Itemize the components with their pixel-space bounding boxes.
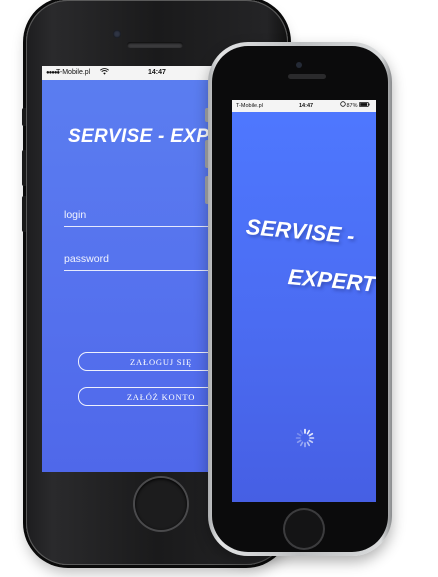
app-title: SERVISE - EXP [68,126,210,147]
volume-up-button [22,150,26,186]
mute-switch [205,108,208,122]
battery-percent: 87% [346,103,358,109]
phone-bezel: T-Mobile.pl 14:47 87% SERVISE - EXPERT [212,46,388,552]
earpiece-speaker [288,74,326,79]
login-button[interactable]: ZAŁOGUJ SIĘ [78,352,224,371]
home-button[interactable] [135,478,187,530]
login-input[interactable]: login [64,204,224,227]
app-title-line-1: SERVISE - [244,214,356,249]
status-time: 14:47 [148,69,166,76]
login-screen: ●●●●● T-Mobile.pl 14:47 SERVISE - EXP lo… [42,66,224,472]
status-time: 14:47 [299,103,314,109]
app-title-line-2: EXPERT [286,264,376,297]
spinner-icon [295,428,315,448]
create-account-button[interactable]: ZAŁÓŻ KONTO [78,387,224,406]
orientation-lock-icon [340,100,346,112]
status-bar: ●●●●● T-Mobile.pl 14:47 [42,66,224,80]
password-input[interactable]: password [64,248,224,271]
carrier-name: T-Mobile.pl [56,69,91,76]
volume-down-button [205,176,208,204]
wifi-icon [100,66,109,80]
battery-indicator: 87% [346,100,370,112]
front-camera [113,30,121,38]
carrier-name: T-Mobile.pl [236,103,263,109]
splash-screen: T-Mobile.pl 14:47 87% SERVISE - EXPERT [232,100,376,502]
mute-switch [22,108,26,126]
volume-down-button [22,196,26,232]
home-button[interactable] [285,510,323,548]
battery-icon [359,102,370,107]
phone-front-frame: T-Mobile.pl 14:47 87% SERVISE - EXPERT [205,42,392,556]
earpiece-speaker [127,42,183,48]
status-bar: T-Mobile.pl 14:47 87% [232,100,376,112]
front-camera [296,62,302,68]
volume-up-button [205,140,208,168]
